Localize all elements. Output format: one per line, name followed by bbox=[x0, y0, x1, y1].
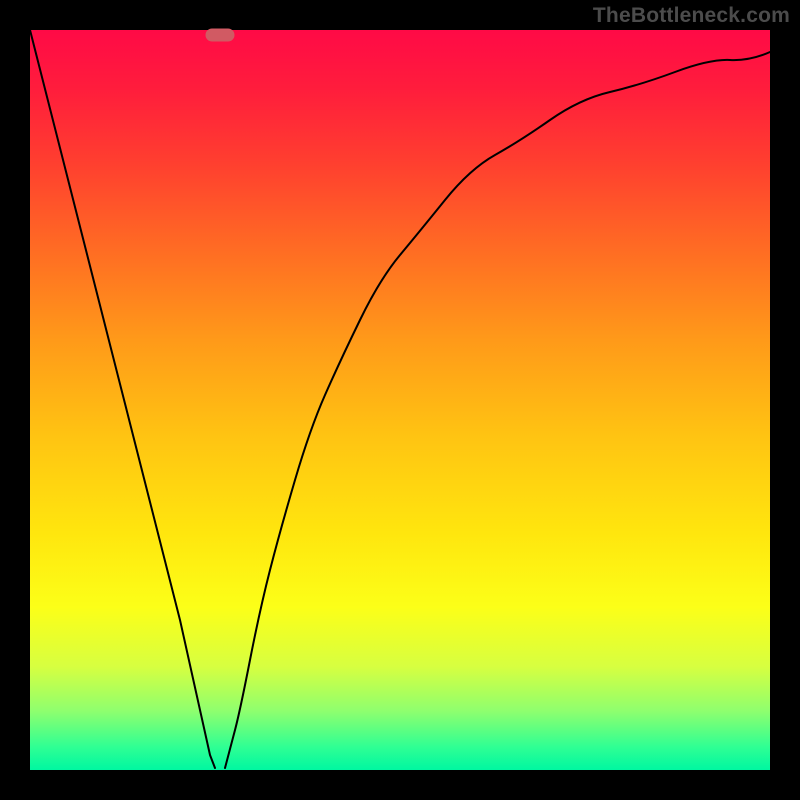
minimum-marker bbox=[206, 29, 234, 41]
curve-right-segment bbox=[225, 52, 770, 768]
plot-svg bbox=[30, 30, 770, 770]
curve-left-segment bbox=[30, 30, 215, 768]
watermark-text: TheBottleneck.com bbox=[593, 4, 790, 28]
chart-stage: TheBottleneck.com bbox=[0, 0, 800, 800]
plot-area bbox=[30, 30, 770, 770]
